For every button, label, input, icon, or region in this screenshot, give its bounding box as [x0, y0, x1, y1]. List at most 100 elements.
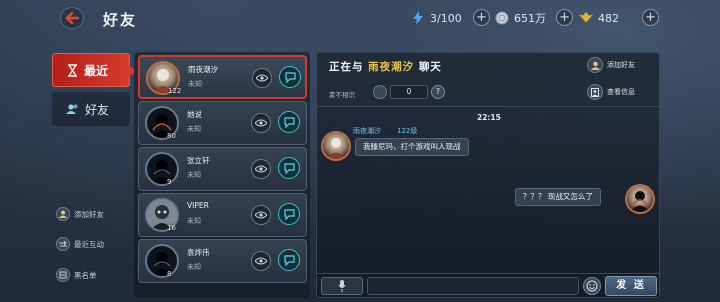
interaction-icon [56, 237, 70, 251]
top-bar: 好友 3/100 + 651万 + 482 + [0, 0, 720, 36]
recent-interaction-label: 最近互动 [74, 239, 104, 249]
emoji-icon [586, 280, 598, 292]
help-button[interactable]: ? [431, 85, 445, 99]
add-stamina-button[interactable]: + [473, 9, 490, 26]
chat-input-bar: 发 送 [317, 273, 659, 297]
recent-interaction-link[interactable]: 最近互动 [56, 236, 104, 252]
add-friend-icon [587, 57, 603, 73]
friend-list-item[interactable]: 122 雨夜潮汐 未知 [138, 55, 307, 99]
friend-list-item[interactable]: 8 袁烨伟 未知 [138, 239, 307, 283]
tab-recent[interactable]: 最近 [52, 53, 136, 87]
view-profile-button[interactable] [252, 68, 272, 88]
add-friend-label: 添加好友 [607, 61, 635, 69]
chat-title-prefix: 正在与 [329, 61, 364, 73]
eye-icon [255, 165, 267, 173]
friend-list[interactable]: 122 雨夜潮汐 未知 80 她说 未知 9 张立轩 未知 16 VIPER 未… [134, 52, 310, 298]
hourglass-icon [68, 63, 77, 77]
friend-status: 未知 [187, 217, 201, 225]
eye-icon [255, 211, 267, 219]
friend-name: VIPER [187, 201, 209, 210]
my-avatar[interactable] [625, 184, 655, 214]
chat-button[interactable] [278, 203, 300, 225]
eye-icon [255, 119, 267, 127]
stamina-value: 3/100 [430, 11, 462, 25]
lightning-icon [410, 10, 426, 26]
view-info-label: 查看信息 [607, 88, 635, 96]
view-profile-button[interactable] [251, 205, 271, 225]
tab-friends[interactable]: 好友 [52, 92, 130, 126]
chat-bubble-icon [283, 116, 295, 128]
chat-partner-name: 雨夜潮汐 [368, 61, 415, 73]
chat-button[interactable] [278, 111, 300, 133]
friend-name: 袁烨伟 [187, 248, 210, 257]
chat-button[interactable] [278, 157, 300, 179]
sent-message: ？？？ 现战又怎么了 [515, 188, 601, 206]
friend-avatar [145, 244, 179, 278]
message-timestamp: 22:15 [477, 113, 501, 122]
add-friend-link[interactable]: 添加好友 [56, 206, 104, 222]
intimacy-icon [373, 85, 387, 99]
view-info-button[interactable]: 查看信息 [587, 84, 635, 100]
received-message: 我滕尼玛，打个游戏叫人现战 [355, 138, 469, 156]
voice-button[interactable] [321, 277, 363, 295]
friend-level: 122 [168, 87, 182, 95]
blacklist-label: 黑名单 [74, 270, 97, 280]
chat-bubble-icon [284, 71, 296, 83]
stamina-counter: 3/100 [410, 9, 462, 27]
tab-recent-label: 最近 [84, 63, 109, 78]
silver-counter: 651万 [494, 9, 546, 27]
friend-list-item[interactable]: 16 VIPER 未知 [138, 193, 307, 237]
friend-status: 未知 [187, 263, 201, 271]
silver-value: 651万 [514, 12, 546, 25]
back-arrow-icon [65, 12, 79, 24]
add-gold-button[interactable]: + [642, 9, 659, 26]
view-profile-button[interactable] [251, 113, 271, 133]
eye-icon [255, 257, 267, 265]
back-button[interactable] [60, 7, 84, 29]
friend-status: 未知 [187, 125, 201, 133]
send-button[interactable]: 发 送 [605, 276, 657, 296]
friends-icon [66, 104, 78, 114]
message-input[interactable] [367, 277, 579, 295]
friend-list-item[interactable]: 9 张立轩 未知 [138, 147, 307, 191]
microphone-icon [338, 280, 346, 292]
sender-avatar[interactable] [321, 131, 351, 161]
intimacy-value: 0 [390, 85, 428, 99]
friend-level: 16 [167, 224, 176, 232]
gold-counter: 482 [578, 9, 619, 27]
chat-title: 正在与 雨夜潮汐 聊天 [329, 59, 442, 74]
friend-list-item[interactable]: 80 她说 未知 [138, 101, 307, 145]
chat-button[interactable] [279, 66, 301, 88]
friend-level: 80 [167, 132, 176, 140]
tab-friends-label: 好友 [85, 102, 110, 117]
eye-icon [256, 74, 268, 82]
chat-title-suffix: 聊天 [418, 61, 442, 73]
chat-bubble-icon [283, 208, 295, 220]
add-friend-icon [56, 207, 70, 221]
friend-status: 未知 [187, 171, 201, 179]
friend-avatar [145, 152, 179, 186]
chat-bubble-icon [283, 162, 295, 174]
friend-level: 9 [167, 178, 172, 186]
silver-coin-icon [494, 10, 510, 26]
gold-wings-icon [578, 10, 594, 26]
profile-card-icon [587, 84, 603, 100]
blacklist-icon [56, 268, 70, 282]
blacklist-link[interactable]: 黑名单 [56, 267, 97, 283]
page-title: 好友 [103, 11, 138, 29]
add-silver-button[interactable]: + [556, 9, 573, 26]
chat-header: 正在与 雨夜潮汐 聊天 素不相识 0 ? 添加好友 查看信息 [317, 53, 659, 107]
gold-value: 482 [598, 11, 619, 25]
add-friend-button[interactable]: 添加好友 [587, 57, 635, 73]
friend-name: 她说 [187, 110, 202, 119]
emoji-button[interactable] [583, 277, 601, 295]
view-profile-button[interactable] [251, 159, 271, 179]
chat-button[interactable] [278, 249, 300, 271]
add-friend-label: 添加好友 [74, 209, 104, 219]
chat-bubble-icon [283, 254, 295, 266]
view-profile-button[interactable] [251, 251, 271, 271]
chat-panel: 正在与 雨夜潮汐 聊天 素不相识 0 ? 添加好友 查看信息 22:15 雨夜潮… [316, 52, 660, 298]
sender-name: 雨夜潮汐 [353, 127, 381, 135]
friend-name: 张立轩 [187, 156, 210, 165]
friend-name: 雨夜潮汐 [188, 65, 218, 74]
